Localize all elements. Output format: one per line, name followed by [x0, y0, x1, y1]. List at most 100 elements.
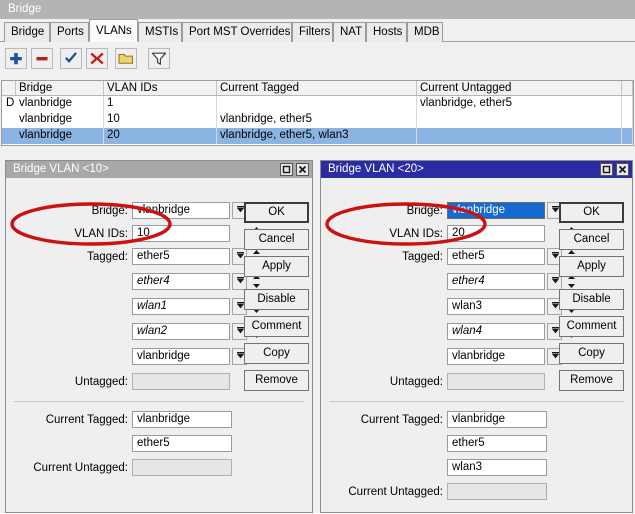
funnel-icon — [151, 51, 167, 66]
dialog-titlebar[interactable]: Bridge VLAN <10> — [6, 161, 312, 178]
comment-button[interactable]: Comment — [244, 316, 309, 337]
add-button[interactable] — [5, 48, 27, 69]
maximize-button[interactable] — [280, 163, 293, 176]
filter-button[interactable] — [148, 48, 170, 69]
tagged-field-1[interactable]: ether4 — [132, 273, 230, 290]
vlan-ids-field[interactable]: 10 — [132, 225, 230, 242]
enable-button[interactable] — [60, 48, 82, 69]
cell-bridge: vlanbridge — [16, 112, 104, 128]
vlan-table[interactable]: Bridge VLAN IDs Current Tagged Current Unta… — [1, 80, 634, 146]
copy-button[interactable]: Copy — [559, 343, 624, 364]
cell-current_tagged: vlanbridge, ether5 — [217, 112, 417, 128]
cell-flag — [2, 112, 16, 128]
tab-vlans[interactable]: VLANs — [89, 19, 138, 42]
remove-button[interactable] — [31, 48, 53, 69]
column-header-blank[interactable] — [2, 81, 16, 95]
tagged-field-4[interactable]: vlanbridge — [447, 348, 545, 365]
tab-port-mst-overrides[interactable]: Port MST Overrides — [182, 22, 292, 42]
column-header-current-tagged[interactable]: Current Tagged — [217, 81, 417, 95]
disable-button[interactable] — [86, 48, 108, 69]
tagged-field-3[interactable]: wlan4 — [447, 323, 545, 340]
tagged-field-1[interactable]: ether4 — [447, 273, 545, 290]
cancel-button[interactable]: Cancel — [244, 229, 309, 250]
disable-button[interactable]: Disable — [559, 289, 624, 310]
current-tagged-field-0[interactable]: vlanbridge — [447, 411, 547, 428]
comment-button[interactable]: Comment — [559, 316, 624, 337]
tab-label: NAT — [340, 26, 363, 38]
apply-button[interactable]: Apply — [559, 256, 624, 277]
comment-button[interactable] — [115, 48, 137, 69]
divider — [329, 401, 624, 402]
column-header-vlan-ids[interactable]: VLAN IDs — [104, 81, 217, 95]
tab-mstis[interactable]: MSTIs — [138, 22, 182, 42]
current-untagged-field — [132, 459, 232, 476]
tab-filters[interactable]: Filters — [292, 22, 333, 42]
cell-current_tagged — [217, 96, 417, 112]
tab-nat[interactable]: NAT — [333, 22, 366, 42]
label-untagged: Untagged: — [74, 376, 128, 388]
dialog-title: Bridge VLAN <20> — [328, 163, 424, 175]
tab-bridge[interactable]: Bridge — [4, 22, 50, 42]
cell-blank — [622, 96, 633, 112]
remove-button[interactable]: Remove — [559, 370, 624, 391]
current-tagged-field-1[interactable]: ether5 — [447, 435, 547, 452]
copy-button[interactable]: Copy — [244, 343, 309, 364]
cell-current_untagged: vlanbridge, ether5 — [417, 96, 622, 112]
tab-hosts[interactable]: Hosts — [366, 22, 407, 42]
cell-blank — [622, 112, 633, 128]
current-untagged-field — [447, 483, 547, 500]
cell-blank — [622, 128, 633, 144]
bridge-field[interactable]: vlanbridge — [447, 202, 545, 219]
label-current_tagged: Current Tagged: — [360, 414, 443, 426]
cancel-button[interactable]: Cancel — [559, 229, 624, 250]
column-header-bridge[interactable]: Bridge — [16, 81, 104, 95]
tagged-field-0[interactable]: ether5 — [132, 248, 230, 265]
label-current_untagged: Current Untagged: — [348, 486, 443, 498]
current-tagged-field-2[interactable]: wlan3 — [447, 459, 547, 476]
label-current_untagged: Current Untagged: — [33, 462, 128, 474]
bridge-vlan-20-dialog[interactable]: Bridge VLAN <20> Bridge: vlanbridge VLAN I… — [320, 160, 633, 513]
vlan-ids-field[interactable]: 20 — [447, 225, 545, 242]
label-tagged: Tagged: — [402, 251, 443, 263]
cell-current_untagged — [417, 128, 622, 144]
untagged-field — [447, 373, 545, 390]
table-header: Bridge VLAN IDs Current Tagged Current Unta… — [2, 81, 633, 96]
tab-mdb[interactable]: MDB — [407, 22, 443, 42]
dialog-titlebar[interactable]: Bridge VLAN <20> — [321, 161, 632, 178]
tab-label: Filters — [299, 26, 331, 38]
column-header-current-untagged[interactable]: Current Untagged — [417, 81, 622, 95]
ok-button[interactable]: OK — [559, 202, 624, 223]
tagged-field-2[interactable]: wlan3 — [447, 298, 545, 315]
tab-label: Hosts — [373, 26, 403, 38]
table-row[interactable]: Dvlanbridge 1 vlanbridge, ether5 — [2, 96, 633, 112]
cell-vlan_ids: 10 — [104, 112, 217, 128]
remove-button[interactable]: Remove — [244, 370, 309, 391]
tagged-field-3[interactable]: wlan2 — [132, 323, 230, 340]
tab-ports[interactable]: Ports — [50, 22, 89, 42]
apply-button[interactable]: Apply — [244, 256, 309, 277]
close-button[interactable] — [616, 163, 629, 176]
tagged-field-0[interactable]: ether5 — [447, 248, 545, 265]
maximize-button[interactable] — [600, 163, 613, 176]
cell-bridge: vlanbridge — [16, 128, 104, 144]
cell-vlan_ids: 1 — [104, 96, 217, 112]
table-row[interactable]: vlanbridge 20 vlanbridge, ether5, wlan3 — [2, 128, 633, 144]
ok-button[interactable]: OK — [244, 202, 309, 223]
table-row[interactable]: vlanbridge 10 vlanbridge, ether5 — [2, 112, 633, 128]
label-tagged: Tagged: — [87, 251, 128, 263]
label-current_tagged: Current Tagged: — [45, 414, 128, 426]
window-titlebar: Bridge — [0, 0, 635, 19]
tagged-field-2[interactable]: wlan1 — [132, 298, 230, 315]
minus-icon — [34, 51, 50, 66]
column-header-blank[interactable] — [622, 81, 633, 95]
bridge-vlan-10-dialog[interactable]: Bridge VLAN <10> Bridge: vlanbridge VLAN I… — [5, 160, 313, 513]
close-button[interactable] — [296, 163, 309, 176]
cell-flag: D — [6, 97, 15, 109]
current-tagged-field-0[interactable]: vlanbridge — [132, 411, 232, 428]
current-tagged-field-1[interactable]: ether5 — [132, 435, 232, 452]
chevron-down-icon — [549, 275, 561, 290]
tagged-field-4[interactable]: vlanbridge — [132, 348, 230, 365]
cell-bridge: vlanbridge — [16, 96, 104, 112]
disable-button[interactable]: Disable — [244, 289, 309, 310]
bridge-field[interactable]: vlanbridge — [132, 202, 230, 219]
